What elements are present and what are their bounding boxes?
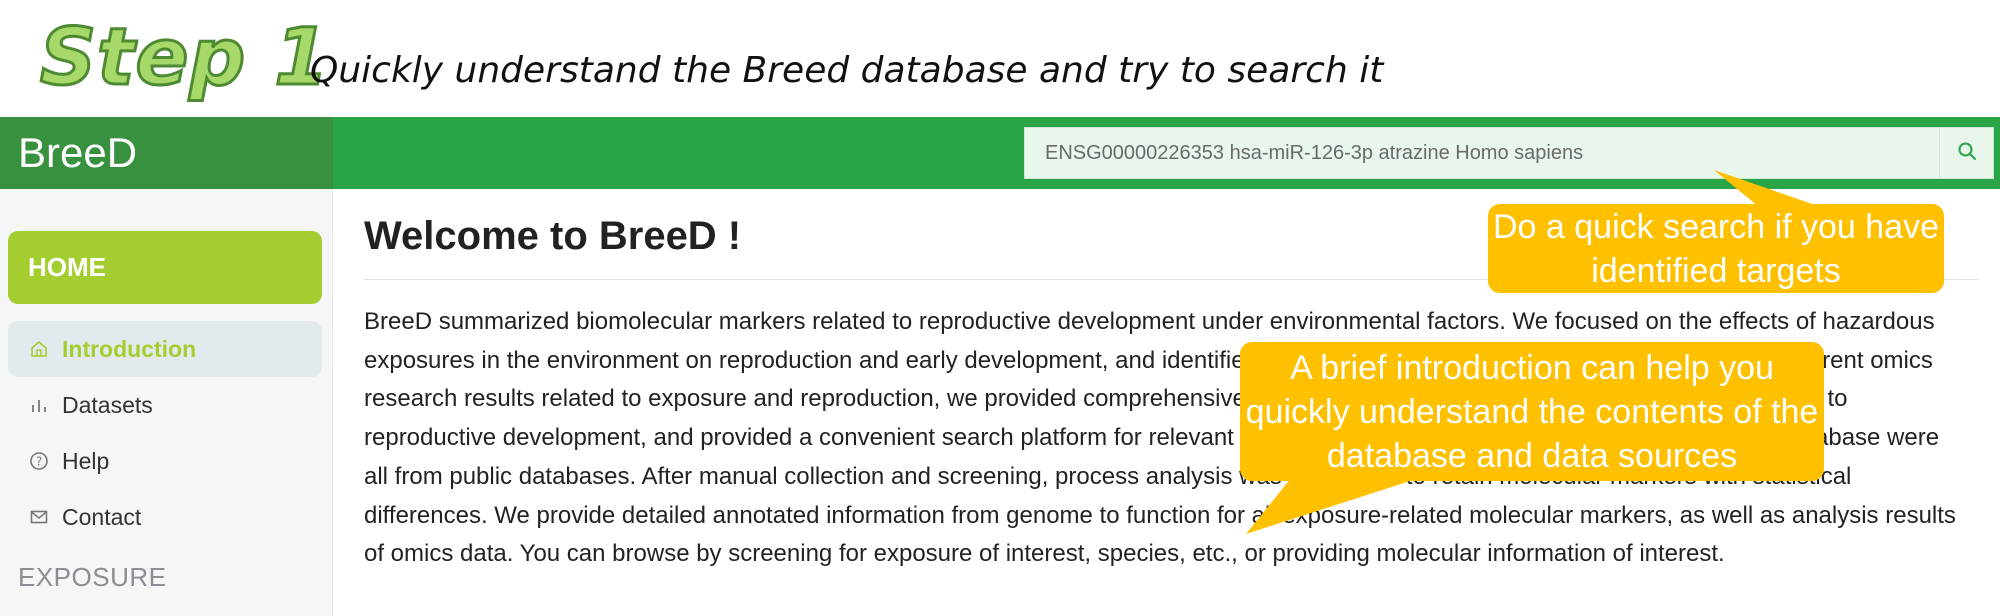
search-button[interactable] (1939, 128, 1993, 178)
sidebar-item-label: Help (62, 447, 110, 474)
callout-search-tail (1714, 170, 1818, 206)
home-icon (28, 338, 50, 360)
sidebar-item-datasets[interactable]: Datasets (8, 377, 322, 433)
sidebar-item-contact[interactable]: Contact (8, 489, 322, 545)
sidebar-item-label: Contact (62, 503, 142, 530)
mail-icon (28, 506, 50, 528)
sidebar-section-exposure: EXPOSURE (18, 562, 167, 592)
question-icon: ? (28, 450, 50, 472)
search-tip-callout: Do a quick search if you have identified… (1488, 204, 1944, 293)
brand-logo[interactable]: BreeD (0, 117, 333, 189)
sidebar-item-help[interactable]: ? Help (8, 433, 322, 489)
svg-text:?: ? (36, 455, 42, 469)
sidebar-item-label: Datasets (62, 391, 153, 418)
bar-chart-icon (28, 394, 50, 416)
search-icon (1957, 141, 1977, 166)
sidebar-home-button[interactable]: HOME (8, 231, 322, 304)
page-title: Welcome to BreeD ! (364, 214, 742, 258)
sidebar-item-label: Introduction (62, 335, 197, 362)
sidebar-item-introduction[interactable]: Introduction (8, 321, 322, 377)
step-title: Step 1 (39, 12, 331, 105)
sidebar: HOME Introduction Datasets ? Help Contac… (0, 189, 333, 616)
step-subtitle: Quickly understand the Breed database an… (310, 50, 1384, 91)
intro-tip-callout: A brief introduction can help you quickl… (1240, 342, 1824, 481)
